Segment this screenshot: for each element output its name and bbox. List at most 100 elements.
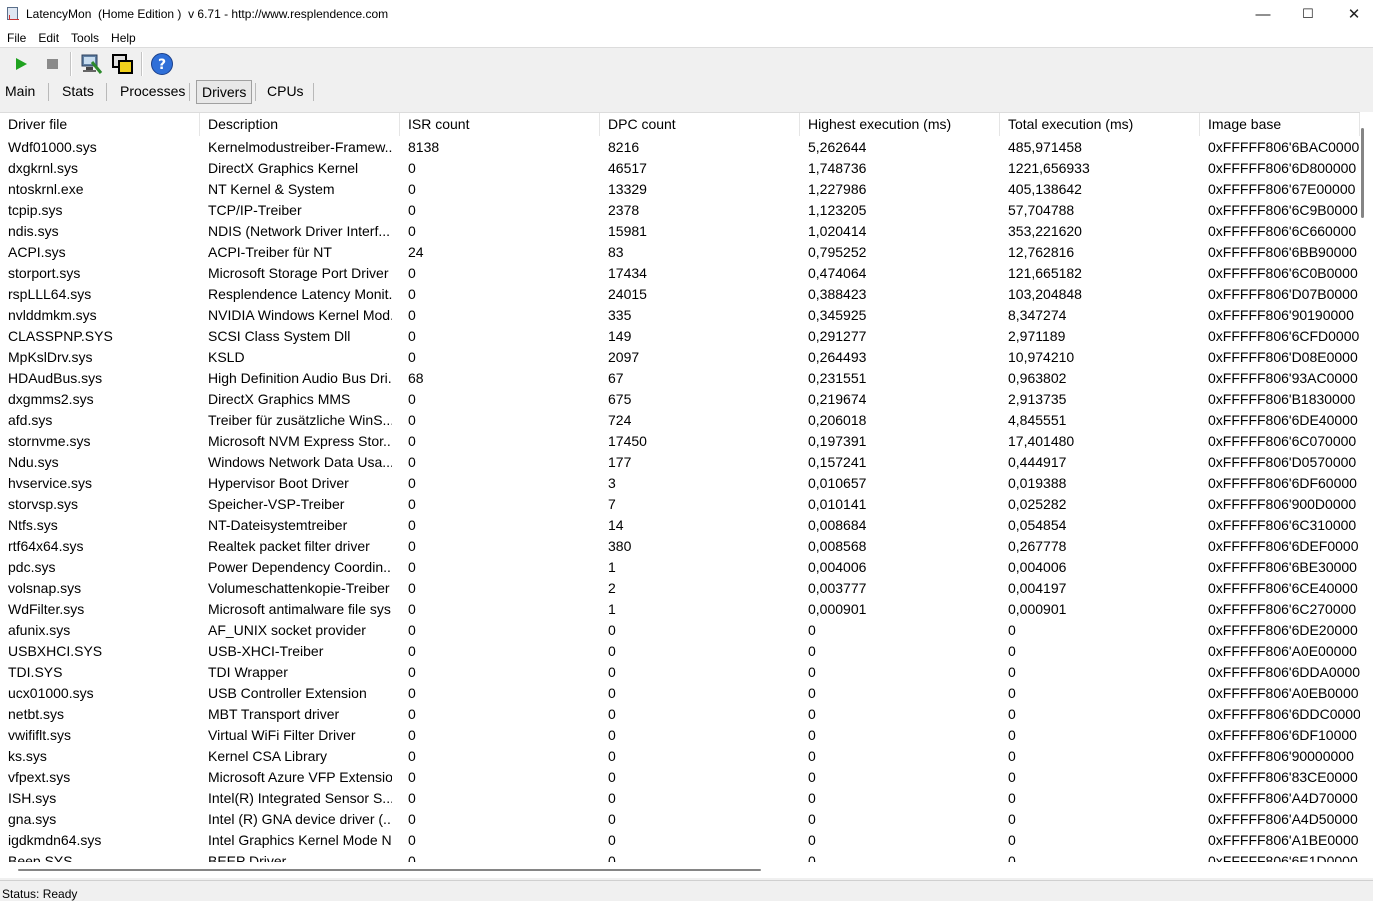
- menu-file[interactable]: File: [2, 31, 31, 45]
- table-row[interactable]: rtf64x64.sys Realtek packet filter driver…: [0, 536, 1360, 557]
- cell-description: Intel(R) Integrated Sensor S...: [208, 790, 392, 806]
- cell-driver-file: USBXHCI.SYS: [8, 643, 103, 659]
- table-row[interactable]: dxgmms2.sys DirectX Graphics MMS 0 675 0,219…: [0, 389, 1360, 410]
- table-row[interactable]: vfpext.sys Microsoft Azure VFP Extension 0…: [0, 767, 1360, 788]
- table-row[interactable]: pdc.sys Power Dependency Coordin... 0 1 0,00…: [0, 557, 1360, 578]
- table-row[interactable]: storvsp.sys Speicher-VSP-Treiber 0 7 0,01014…: [0, 494, 1360, 515]
- column-header-description[interactable]: Description: [200, 113, 400, 136]
- cell-description: Treiber für zusätzliche WinS...: [208, 412, 392, 428]
- cell-highest-execution: 0,291277: [808, 328, 867, 344]
- cell-dpc-count: 380: [608, 538, 632, 554]
- table-row[interactable]: afunix.sys AF_UNIX socket provider 0 0 0 0 0xF…: [0, 620, 1360, 641]
- table-row[interactable]: dxgkrnl.sys DirectX Graphics Kernel 0 46517…: [0, 158, 1360, 179]
- cell-total-execution: 0,054854: [1008, 517, 1067, 533]
- cell-description: Microsoft NVM Express Stor...: [208, 433, 392, 449]
- play-icon: [16, 58, 27, 70]
- table-row[interactable]: ISH.sys Intel(R) Integrated Sensor S... 0 0…: [0, 788, 1360, 809]
- column-header-driver-file[interactable]: Driver file: [0, 113, 200, 136]
- start-button[interactable]: [9, 51, 33, 77]
- cell-image-base: 0xFFFFF806'D08E0000: [1208, 349, 1358, 365]
- vertical-scroll-thumb[interactable]: [1361, 128, 1364, 218]
- stop-button[interactable]: [41, 51, 65, 77]
- cell-total-execution: 353,221620: [1008, 223, 1082, 239]
- table-row[interactable]: vwififlt.sys Virtual WiFi Filter Driver 0 0…: [0, 725, 1360, 746]
- menu-tools[interactable]: Tools: [66, 31, 104, 45]
- column-header-isr-count[interactable]: ISR count: [400, 113, 600, 136]
- column-header-highest-execution[interactable]: Highest execution (ms): [800, 113, 1000, 136]
- table-row[interactable]: tcpip.sys TCP/IP-Treiber 0 2378 1,123205 57,7…: [0, 200, 1360, 221]
- table-row[interactable]: USBXHCI.SYS USB-XHCI-Treiber 0 0 0 0 0xFFFFF80…: [0, 641, 1360, 662]
- cell-highest-execution: 0,345925: [808, 307, 867, 323]
- computer-button[interactable]: [79, 51, 103, 77]
- horizontal-scroll-thumb[interactable]: [18, 869, 761, 871]
- table-row[interactable]: MpKslDrv.sys KSLD 0 2097 0,264493 10,974210 0x…: [0, 347, 1360, 368]
- close-button[interactable]: ✕: [1331, 0, 1373, 28]
- table-row[interactable]: ACPI.sys ACPI-Treiber für NT 24 83 0,795252 1…: [0, 242, 1360, 263]
- cell-driver-file: hvservice.sys: [8, 475, 93, 491]
- cell-highest-execution: 1,020414: [808, 223, 867, 239]
- table-row[interactable]: stornvme.sys Microsoft NVM Express Stor..…: [0, 431, 1360, 452]
- help-button[interactable]: ?: [150, 51, 174, 77]
- table-row[interactable]: afd.sys Treiber für zusätzliche WinS... 0 7…: [0, 410, 1360, 431]
- cell-image-base: 0xFFFFF806'83CE0000: [1208, 769, 1358, 785]
- cell-description: NVIDIA Windows Kernel Mod...: [208, 307, 392, 323]
- table-row[interactable]: Wdf01000.sys Kernelmodustreiber-Framew...…: [0, 137, 1360, 158]
- cell-image-base: 0xFFFFF806'A4D50000: [1208, 811, 1358, 827]
- table-row[interactable]: hvservice.sys Hypervisor Boot Driver 0 3 0,0…: [0, 473, 1360, 494]
- cell-driver-file: afunix.sys: [8, 622, 71, 638]
- table-row[interactable]: gna.sys Intel (R) GNA device driver (... 0…: [0, 809, 1360, 830]
- table-row[interactable]: nvlddmkm.sys NVIDIA Windows Kernel Mod...…: [0, 305, 1360, 326]
- column-header-dpc-count[interactable]: DPC count: [600, 113, 800, 136]
- column-header-image-base[interactable]: Image base: [1200, 113, 1360, 136]
- cell-image-base: 0xFFFFF806'6C0B0000: [1208, 265, 1358, 281]
- table-row[interactable]: ks.sys Kernel CSA Library 0 0 0 0 0xFFFFF806'9…: [0, 746, 1360, 767]
- table-row[interactable]: ndis.sys NDIS (Network Driver Interf... 0 1…: [0, 221, 1360, 242]
- table-row[interactable]: CLASSPNP.SYS SCSI Class System Dll 0 149 0,2…: [0, 326, 1360, 347]
- table-row[interactable]: ntoskrnl.exe NT Kernel & System 0 13329 1,22…: [0, 179, 1360, 200]
- cell-total-execution: 0: [1008, 727, 1016, 743]
- stop-icon: [47, 59, 58, 69]
- tab-processes[interactable]: Processes: [115, 79, 190, 103]
- vertical-scrollbar[interactable]: [1360, 112, 1373, 865]
- tab-main[interactable]: Main: [0, 79, 40, 103]
- table-row[interactable]: HDAudBus.sys High Definition Audio Bus Dr…: [0, 368, 1360, 389]
- cell-highest-execution: 0: [808, 811, 816, 827]
- cell-isr-count: 0: [408, 454, 416, 470]
- table-row[interactable]: igdkmdn64.sys Intel Graphics Kernel Mode …: [0, 830, 1360, 851]
- cell-highest-execution: 0: [808, 643, 816, 659]
- cell-isr-count: 0: [408, 559, 416, 575]
- cell-total-execution: 0: [1008, 832, 1016, 848]
- cell-isr-count: 0: [408, 538, 416, 554]
- tab-bar: Main Stats Processes Drivers CPUs: [0, 79, 1373, 104]
- menu-edit[interactable]: Edit: [33, 31, 64, 45]
- table-row[interactable]: Ntfs.sys NT-Dateisystemtreiber 0 14 0,008684…: [0, 515, 1360, 536]
- cell-driver-file: storport.sys: [8, 265, 81, 281]
- cell-highest-execution: 0,219674: [808, 391, 867, 407]
- table-row[interactable]: ucx01000.sys USB Controller Extension 0 0 0 0…: [0, 683, 1360, 704]
- cell-isr-count: 68: [408, 370, 424, 386]
- table-row[interactable]: Ndu.sys Windows Network Data Usa... 0 177 0,…: [0, 452, 1360, 473]
- cell-highest-execution: 0,000901: [808, 601, 867, 617]
- cell-description: DirectX Graphics Kernel: [208, 160, 359, 176]
- tab-stats[interactable]: Stats: [57, 79, 99, 103]
- menu-help[interactable]: Help: [106, 31, 141, 45]
- cell-image-base: 0xFFFFF806'A0E00000: [1208, 643, 1357, 659]
- cell-description: Windows Network Data Usa...: [208, 454, 392, 470]
- tab-cpus[interactable]: CPUs: [262, 79, 309, 103]
- table-row[interactable]: storport.sys Microsoft Storage Port Drive…: [0, 263, 1360, 284]
- table-row[interactable]: rspLLL64.sys Resplendence Latency Monit..…: [0, 284, 1360, 305]
- maximize-button[interactable]: ☐: [1285, 0, 1331, 28]
- table-row[interactable]: netbt.sys MBT Transport driver 0 0 0 0 0xFFFFF…: [0, 704, 1360, 725]
- cell-image-base: 0xFFFFF806'6CE40000: [1208, 580, 1358, 596]
- windows-button[interactable]: [111, 51, 135, 77]
- status-text: Status: Ready: [2, 887, 78, 901]
- cell-isr-count: 0: [408, 748, 416, 764]
- table-row[interactable]: volsnap.sys Volumeschattenkopie-Treiber 0 2…: [0, 578, 1360, 599]
- window-title: LatencyMon (Home Edition ) v 6.71 - http…: [26, 7, 389, 21]
- table-row[interactable]: TDI.SYS TDI Wrapper 0 0 0 0 0xFFFFF806'6DDA000…: [0, 662, 1360, 683]
- tab-drivers[interactable]: Drivers: [196, 80, 253, 104]
- cell-isr-count: 0: [408, 433, 416, 449]
- table-row[interactable]: WdFilter.sys Microsoft antimalware file s…: [0, 599, 1360, 620]
- column-header-total-execution[interactable]: Total execution (ms): [1000, 113, 1200, 136]
- minimize-button[interactable]: —: [1240, 0, 1286, 28]
